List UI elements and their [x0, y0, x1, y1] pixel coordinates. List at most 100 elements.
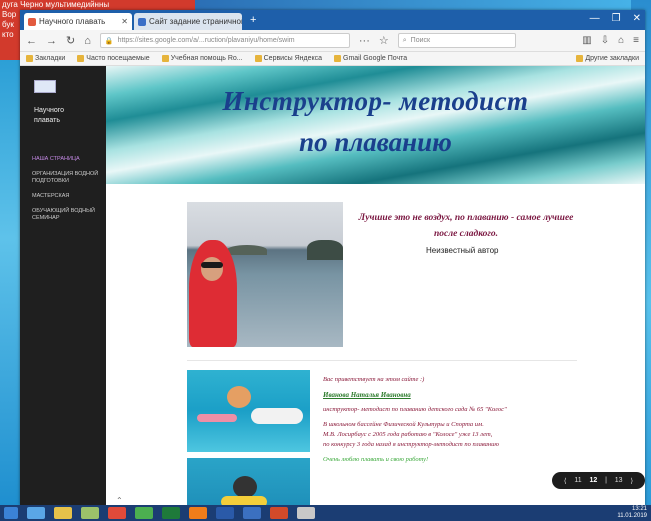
clock-time: 13:21 [631, 506, 647, 512]
powerpoint-icon[interactable] [270, 507, 288, 519]
main-content: Инструктор- методист по плаванию Лучшие … [106, 66, 645, 506]
sidebar-item-home[interactable]: Наша страница [32, 156, 100, 163]
swimming-photo [187, 370, 310, 452]
sidebar-item-seminar[interactable]: Обучающий водный семинар [32, 208, 100, 222]
start-button[interactable] [4, 507, 18, 519]
snorkel-photo [187, 458, 310, 506]
pagination-prev[interactable]: ⟨ [564, 477, 567, 485]
home-button-icon[interactable]: ⌂ [618, 35, 624, 46]
sidebar-item-workshop[interactable]: Мастерская [32, 193, 100, 200]
intro-text-block: Вас приветствует на этом сайте :) Иванов… [323, 376, 568, 471]
address-bar[interactable]: 🔒 https://sites.google.com/a/...ruction/… [99, 33, 350, 48]
tab-inactive[interactable]: Сайт задание страничной ✕ [134, 13, 242, 30]
site-title-line: плавать [34, 117, 61, 124]
app-icon[interactable] [243, 507, 261, 519]
close-window-button[interactable]: ✕ [633, 13, 641, 24]
browser-window: Научного плавать ✕ Сайт задание страничн… [20, 10, 645, 506]
desktop-wallpaper-left [0, 60, 22, 505]
sidebar-item-organization[interactable]: Организация водной подготовки [32, 171, 100, 185]
intro-line: по конкурсу 3 года назад я инструктор-ме… [323, 441, 499, 448]
bookmark-label: Gmail Google Почта [343, 55, 408, 62]
pagination-page-current[interactable]: 12 [590, 477, 598, 484]
maximize-button[interactable]: ❐ [612, 13, 621, 24]
divider [187, 360, 577, 361]
new-tab-button[interactable]: + [244, 14, 262, 26]
bookmark-item[interactable]: Сервисы Яндекса [254, 55, 322, 62]
folder-icon [254, 55, 262, 62]
bookmark-star-icon[interactable]: ☆ [379, 34, 389, 47]
bookmark-item[interactable]: Часто посещаемые [77, 55, 150, 62]
photo-face [201, 257, 223, 281]
page-actions-icon[interactable]: ··· [359, 35, 370, 47]
pagination-separator: | [605, 477, 607, 484]
web-page: Научного плавать Наша страница Организац… [20, 66, 645, 506]
photo-swimmer-head [233, 476, 257, 498]
reload-icon[interactable]: ↻ [66, 34, 75, 47]
site-title[interactable]: Научного плавать [34, 106, 100, 126]
bookmark-label: Учебная помощь Ro... [170, 55, 243, 62]
tab-title: Научного плавать [39, 17, 106, 26]
intro-line: инструктор- методист по плаванию детског… [323, 406, 507, 413]
photo-arm [197, 414, 237, 422]
chrome-icon[interactable] [135, 507, 153, 519]
bookmark-label: Часто посещаемые [86, 55, 150, 62]
window-controls: — ❐ ✕ [590, 13, 641, 24]
firefox-icon[interactable] [189, 507, 207, 519]
media-icon[interactable] [81, 507, 99, 519]
navigation-bar: ← → ↻ ⌂ 🔒 https://sites.google.com/a/...… [20, 30, 645, 52]
back-arrow-icon[interactable]: ← [26, 35, 37, 47]
photo-person [189, 240, 237, 347]
library-icon[interactable]: ▥ [582, 35, 591, 46]
photo-sunglasses [201, 262, 223, 268]
close-icon[interactable]: ✕ [121, 17, 128, 26]
forward-arrow-icon[interactable]: → [46, 35, 57, 47]
home-icon[interactable]: ⌂ [84, 35, 91, 47]
pagination-next[interactable]: ⟩ [630, 477, 633, 485]
bookmark-label: Закладки [35, 55, 66, 62]
yandex-icon[interactable] [108, 507, 126, 519]
taskbar: 13:21 11.01.2019 [0, 505, 651, 521]
intro-closing: Очень люблю плавать и свою работу! [323, 456, 429, 463]
other-bookmarks[interactable]: Другие закладки [576, 55, 639, 62]
bookmark-item[interactable]: Учебная помощь Ro... [161, 55, 243, 62]
intro-greeting: Вас приветствует на этом сайте :) [323, 376, 425, 383]
tab-active[interactable]: Научного плавать ✕ [24, 13, 132, 30]
word-icon[interactable] [216, 507, 234, 519]
url-text: https://sites.google.com/a/...ruction/pl… [117, 37, 295, 44]
system-clock[interactable]: 13:21 11.01.2019 [617, 506, 647, 520]
menu-icon[interactable]: ≡ [633, 35, 639, 46]
bookmark-item[interactable]: Gmail Google Почта [334, 55, 407, 62]
pagination-page[interactable]: 11 [574, 477, 581, 484]
scroll-up-icon[interactable]: ⌃ [116, 496, 123, 505]
photo-swimmer [227, 386, 251, 408]
instructor-name-link[interactable]: Иванова Наталья Ивановна [323, 391, 568, 399]
folder-icon [334, 55, 342, 62]
toolbar-icons: ▥ ⇩ ⌂ ≡ [582, 35, 639, 46]
hero-title: Инструктор- методист [222, 86, 529, 116]
ie-icon[interactable] [27, 507, 45, 519]
explorer-icon[interactable] [54, 507, 72, 519]
minimize-button[interactable]: — [590, 13, 600, 24]
site-logo[interactable] [34, 80, 56, 93]
bookmark-label: Другие закладки [585, 55, 639, 62]
download-icon[interactable]: ⇩ [601, 35, 609, 46]
quote-text: Лучшие это не воздух, по плаванию - само… [358, 213, 574, 239]
search-icon: ⌕ [402, 36, 407, 44]
folder-icon [77, 55, 85, 62]
site-sidebar: Научного плавать Наша страница Организац… [20, 66, 106, 506]
clock-date: 11.01.2019 [617, 513, 647, 519]
photo-island [227, 245, 267, 255]
search-input[interactable]: ⌕ Поиск [397, 33, 516, 48]
paint-icon[interactable] [297, 507, 315, 519]
pagination-page[interactable]: 13 [615, 477, 623, 484]
desktop-text-line: дуга Черно мультимедийнны [2, 0, 110, 9]
excel-icon[interactable] [162, 507, 180, 519]
tab-title: Сайт задание страничной [149, 17, 242, 26]
instructor-photo [187, 202, 343, 347]
site-title-line: Научного [34, 107, 65, 114]
site-favicon-icon [28, 17, 36, 26]
photo-swim-board [251, 408, 303, 424]
photo-island [307, 240, 343, 260]
site-favicon-icon [138, 17, 146, 26]
bookmark-item[interactable]: Закладки [26, 55, 65, 62]
